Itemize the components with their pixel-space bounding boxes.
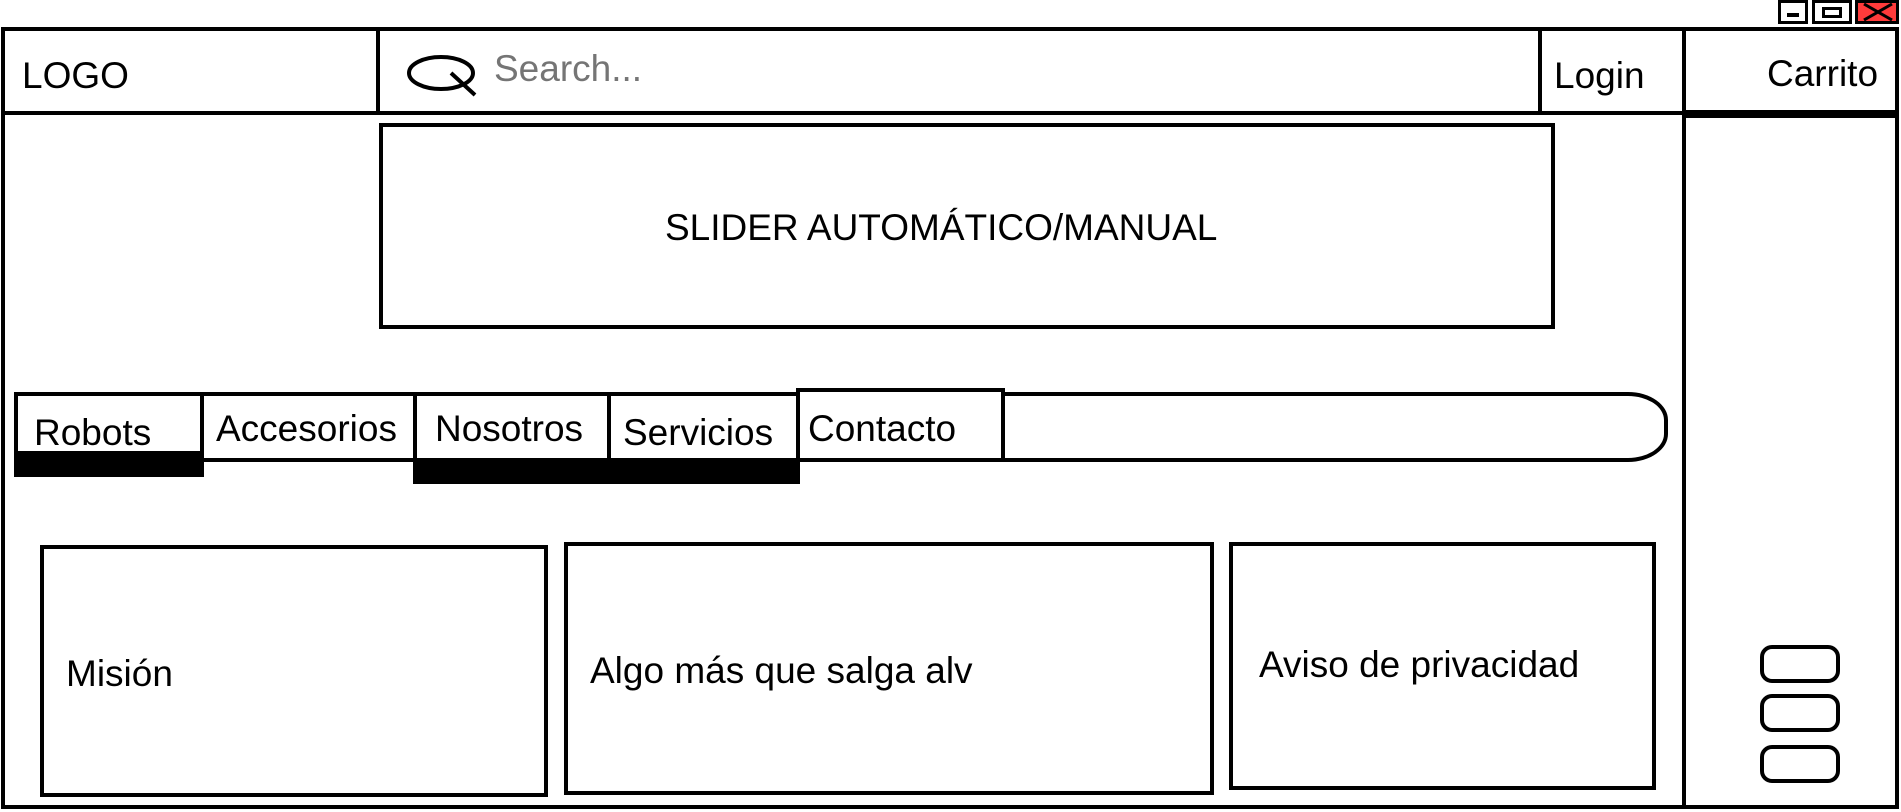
sidebar-button-2[interactable]	[1760, 694, 1840, 732]
slider-label: SLIDER AUTOMÁTICO/MANUAL	[665, 207, 1218, 248]
tab-active-indicator	[413, 458, 800, 484]
minimize-icon	[1787, 13, 1799, 17]
tab-active-indicator	[14, 451, 204, 477]
tab-contacto[interactable]: Contacto	[796, 388, 1005, 462]
card-mision[interactable]: Misión	[40, 545, 548, 797]
card-label: Misión	[66, 653, 173, 694]
search-bar[interactable]	[380, 31, 1538, 111]
tab-accesorios[interactable]: Accesorios	[200, 392, 418, 462]
minimize-button[interactable]	[1778, 0, 1808, 24]
header-divider	[1, 111, 1686, 115]
tab-label: Servicios	[623, 412, 774, 453]
header-divider-right	[1684, 110, 1899, 118]
login-button[interactable]: Login	[1554, 57, 1645, 94]
header-separator	[1538, 27, 1542, 113]
card-label: Algo más que salga alv	[590, 650, 973, 691]
cart-button[interactable]: Carrito	[1767, 55, 1878, 92]
maximize-button[interactable]	[1812, 0, 1852, 24]
header-separator	[1682, 27, 1686, 809]
card-aviso-privacidad[interactable]: Aviso de privacidad	[1229, 542, 1656, 790]
tab-label: Contacto	[808, 408, 957, 449]
sidebar-button-1[interactable]	[1760, 645, 1840, 683]
card-label: Aviso de privacidad	[1259, 644, 1580, 685]
slider[interactable]: SLIDER AUTOMÁTICO/MANUAL	[379, 123, 1555, 329]
search-input[interactable]	[494, 47, 1194, 91]
tab-label: Nosotros	[435, 408, 584, 449]
close-icon	[1863, 3, 1893, 21]
close-button[interactable]	[1855, 0, 1899, 24]
search-icon	[407, 55, 477, 97]
tab-label: Robots	[34, 412, 152, 453]
tab-label: Accesorios	[216, 408, 397, 449]
card-algo-mas[interactable]: Algo más que salga alv	[564, 542, 1214, 795]
sidebar-button-3[interactable]	[1760, 745, 1840, 783]
logo[interactable]: LOGO	[22, 57, 129, 94]
maximize-icon	[1822, 7, 1842, 18]
tab-nosotros[interactable]: Nosotros	[413, 392, 611, 462]
tab-servicios[interactable]: Servicios	[607, 392, 800, 462]
